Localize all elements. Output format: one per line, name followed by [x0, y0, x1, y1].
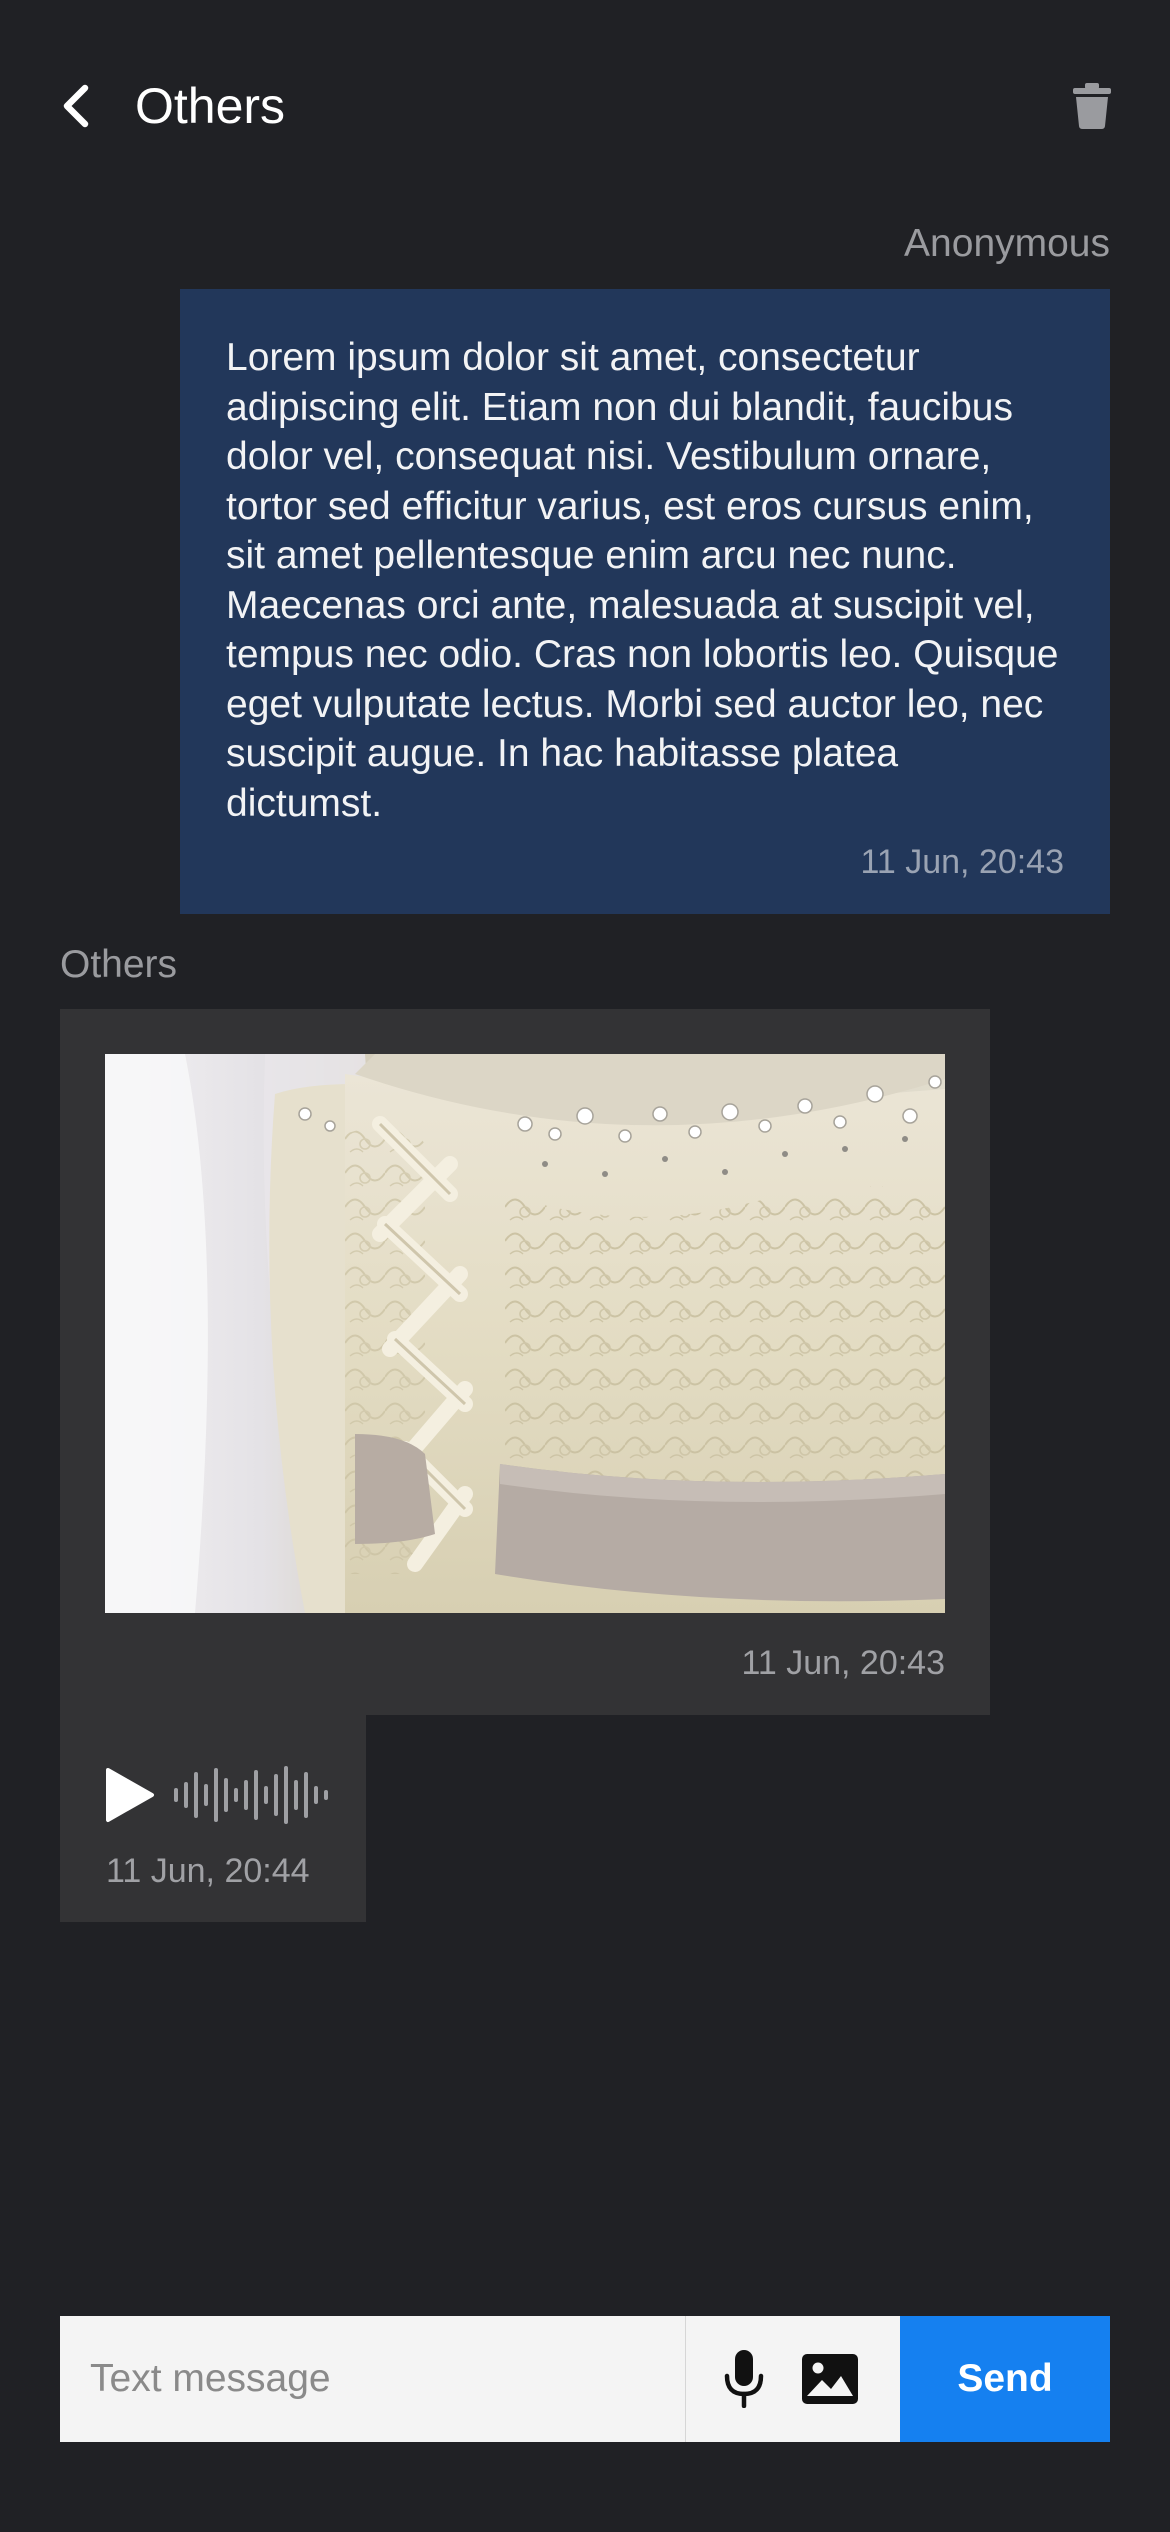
page-title: Others: [135, 78, 286, 134]
play-icon: [106, 1768, 154, 1822]
message-photo[interactable]: [105, 1054, 945, 1613]
sender-name-anonymous: Anonymous: [904, 222, 1110, 265]
chevron-left-icon: [63, 84, 89, 128]
waveform-icon: [174, 1766, 328, 1824]
delete-conversation-button[interactable]: [1064, 78, 1120, 134]
message-timestamp: 11 Jun, 20:44: [106, 1852, 310, 1890]
message-bubble-outgoing[interactable]: Lorem ipsum dolor sit amet, consectetur …: [180, 289, 1110, 914]
message-text: Lorem ipsum dolor sit amet, consectetur …: [226, 336, 1059, 825]
image-icon: [802, 2354, 858, 2404]
send-button[interactable]: Send: [900, 2316, 1110, 2442]
record-voice-button[interactable]: [712, 2347, 776, 2411]
sender-name-others: Others: [60, 943, 178, 986]
message-bubble-image[interactable]: 11 Jun, 20:43: [60, 1009, 990, 1715]
message-timestamp: 11 Jun, 20:43: [860, 843, 1064, 881]
wedding-dress-photo: [105, 1054, 945, 1613]
message-input[interactable]: [60, 2316, 685, 2442]
message-composer: Send: [60, 2316, 1110, 2442]
message-input-container: [60, 2316, 686, 2442]
attachment-buttons: [686, 2316, 900, 2442]
message-bubble-audio: 11 Jun, 20:44: [60, 1715, 366, 1922]
attach-image-button[interactable]: [798, 2347, 862, 2411]
trash-icon: [1073, 83, 1111, 129]
play-audio-button[interactable]: [102, 1760, 158, 1830]
message-timestamp: 11 Jun, 20:43: [741, 1644, 945, 1682]
header-bar: Others: [0, 0, 1170, 210]
microphone-icon: [724, 2350, 764, 2408]
back-button[interactable]: [48, 70, 104, 142]
